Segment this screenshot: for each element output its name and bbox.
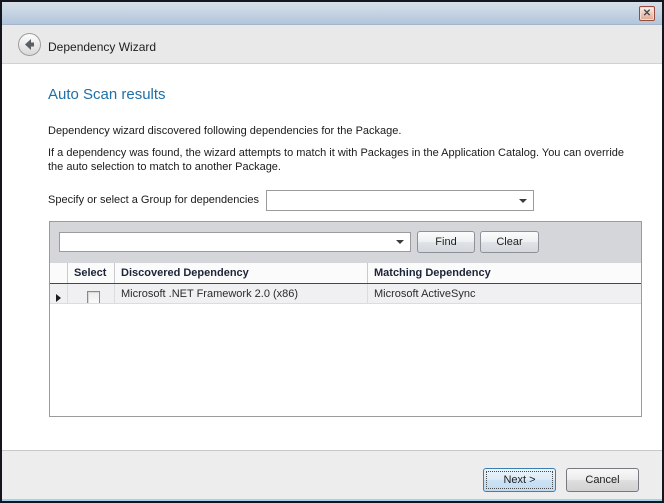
footer-bar: Next > Cancel — [2, 450, 662, 499]
wizard-title: Dependency Wizard — [48, 40, 156, 54]
description-line-2: If a dependency was found, the wizard at… — [48, 146, 636, 174]
description-line-1: Dependency wizard discovered following d… — [48, 125, 401, 137]
results-panel: Find Clear Select Discovered Dependency … — [49, 221, 642, 417]
title-bar: ✕ — [2, 2, 662, 25]
group-combobox[interactable] — [266, 190, 534, 211]
find-combobox[interactable] — [59, 232, 411, 252]
column-header-discovered[interactable]: Discovered Dependency — [115, 263, 368, 283]
chevron-down-icon — [519, 199, 527, 203]
group-select-label: Specify or select a Group for dependenci… — [48, 194, 259, 206]
wizard-header: Dependency Wizard — [2, 25, 662, 64]
matching-dependency-cell: Microsoft ActiveSync — [368, 284, 641, 303]
row-select-checkbox[interactable] — [87, 291, 100, 303]
next-button[interactable]: Next > — [483, 468, 556, 492]
back-arrow-icon — [22, 37, 37, 52]
page-title: Auto Scan results — [48, 86, 166, 103]
clear-button[interactable]: Clear — [480, 231, 539, 253]
row-selector-cell — [50, 284, 68, 303]
cancel-button[interactable]: Cancel — [566, 468, 639, 492]
find-button[interactable]: Find — [417, 231, 475, 253]
table-row[interactable]: Microsoft .NET Framework 2.0 (x86) Micro… — [50, 284, 641, 304]
dependency-wizard-window: ✕ Dependency Wizard Auto Scan results De… — [0, 0, 664, 503]
column-header-matching[interactable]: Matching Dependency — [368, 263, 641, 283]
discovered-dependency-cell: Microsoft .NET Framework 2.0 (x86) — [115, 284, 368, 303]
dependencies-table: Select Discovered Dependency Matching De… — [50, 263, 641, 416]
find-bar: Find Clear — [50, 222, 641, 263]
column-header-select[interactable]: Select — [68, 263, 115, 283]
window-bottom-accent — [2, 499, 662, 503]
select-cell — [68, 284, 115, 303]
back-button[interactable] — [18, 33, 41, 56]
close-button[interactable]: ✕ — [639, 6, 655, 21]
chevron-down-icon — [396, 240, 404, 244]
row-gutter-header — [50, 263, 68, 283]
table-header-row: Select Discovered Dependency Matching De… — [50, 263, 641, 284]
current-row-indicator-icon — [56, 294, 61, 302]
close-icon: ✕ — [643, 8, 651, 19]
